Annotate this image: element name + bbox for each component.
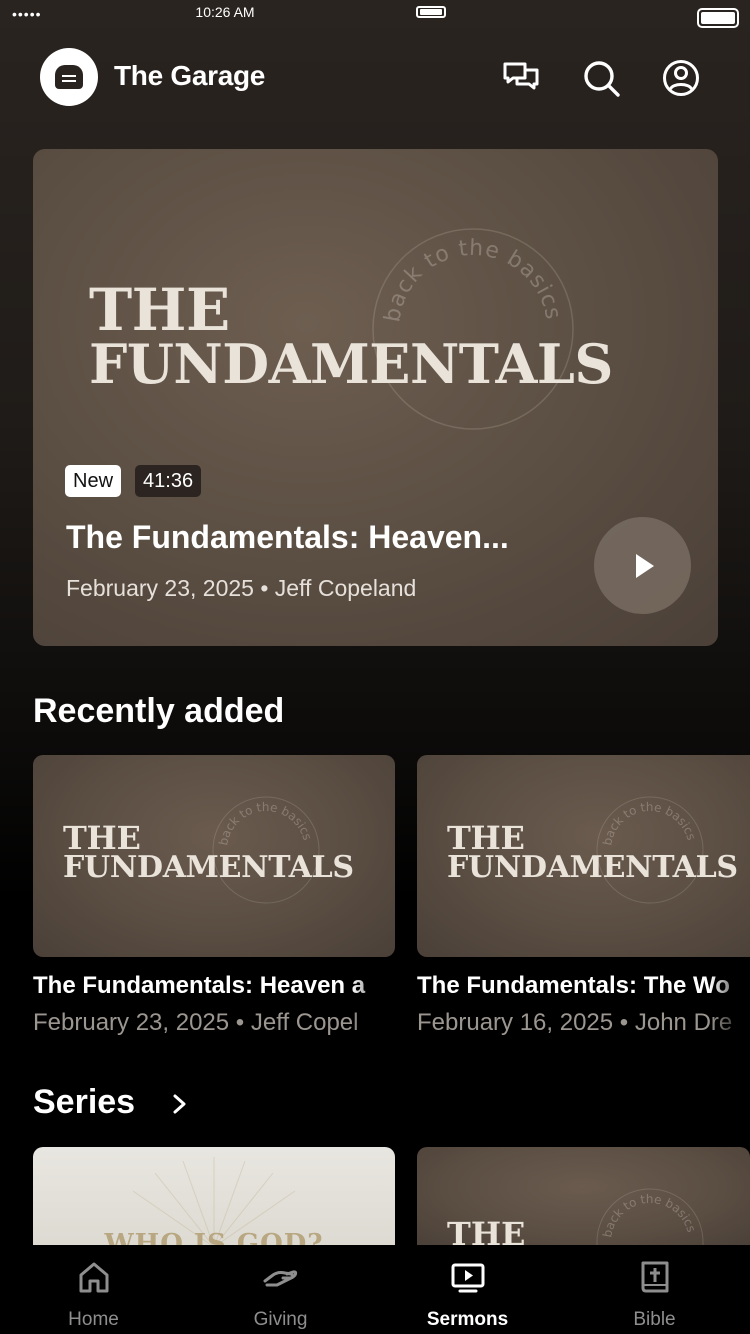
bible-icon [641, 1261, 669, 1293]
recent-sermon-meta: February 16, 2025 • John Dre [417, 1009, 733, 1036]
badges: New 41:36 [65, 465, 202, 497]
seal-graphic: back to the basics [596, 1188, 704, 1247]
recent-sermon-title[interactable]: The Fundamentals: The Wo [417, 972, 750, 1000]
profile-icon[interactable] [661, 58, 701, 98]
battery-icon [697, 8, 739, 28]
battery-icon-small [416, 6, 446, 18]
series-heading[interactable]: Series [33, 1083, 135, 1122]
tab-home[interactable]: Home [0, 1245, 187, 1334]
svg-text:back to the basics: back to the basics [600, 1192, 698, 1239]
play-icon [635, 553, 654, 578]
featured-sermon-card[interactable]: back to the basics THE FUNDAMENTALS New … [33, 149, 718, 646]
tab-sermons[interactable]: Sermons [374, 1245, 561, 1334]
series-card[interactable]: back to the basics THE [417, 1147, 750, 1247]
giving-icon [263, 1270, 298, 1287]
recent-sermon-meta: February 23, 2025 • Jeff Copel [33, 1009, 359, 1036]
duration-badge: 41:36 [135, 465, 202, 497]
tab-label: Home [68, 1309, 119, 1330]
chat-icon[interactable] [501, 58, 541, 98]
home-icon [79, 1262, 109, 1293]
logo-icon[interactable] [40, 48, 98, 106]
tab-bible[interactable]: Bible [561, 1245, 748, 1334]
hero-sermon-meta: February 23, 2025 • Jeff Copeland [66, 575, 417, 601]
tab-bar: Home Giving Sermons Bible [0, 1245, 750, 1334]
tab-label: Bible [633, 1309, 676, 1330]
hero-sermon-title: The Fundamentals: Heaven... [66, 519, 509, 555]
app-header: The Garage [0, 44, 750, 108]
status-bar: ••••• 10:26 AM [0, 0, 750, 34]
recent-sermon-title[interactable]: The Fundamentals: Heaven a [33, 972, 395, 1000]
new-badge: New [65, 465, 122, 497]
recent-sermon-card[interactable]: back to the basics THE FUNDAMENTALS [33, 755, 395, 957]
recent-sermon-card[interactable]: back to the basics THE FUNDAMENTALS [417, 755, 750, 957]
tab-giving[interactable]: Giving [187, 1245, 374, 1334]
chevron-right-icon[interactable] [170, 1090, 190, 1118]
recently-added-heading: Recently added [33, 692, 285, 730]
card-artwork-title: THE FUNDAMENTALS [63, 819, 354, 885]
sermons-icon [451, 1263, 485, 1293]
search-icon[interactable] [581, 58, 621, 98]
status-time: 10:26 AM [195, 4, 255, 20]
tab-label: Giving [253, 1309, 308, 1330]
card-artwork-title: THE FUNDAMENTALS [447, 819, 738, 885]
tab-label: Sermons [426, 1309, 509, 1330]
hero-artwork-title: THE FUNDAMENTALS [89, 276, 613, 396]
app-title: The Garage [114, 60, 266, 91]
series-artwork-title: THE [447, 1215, 526, 1247]
play-button[interactable] [594, 517, 691, 614]
series-card[interactable]: WHO IS GOD? [33, 1147, 395, 1247]
